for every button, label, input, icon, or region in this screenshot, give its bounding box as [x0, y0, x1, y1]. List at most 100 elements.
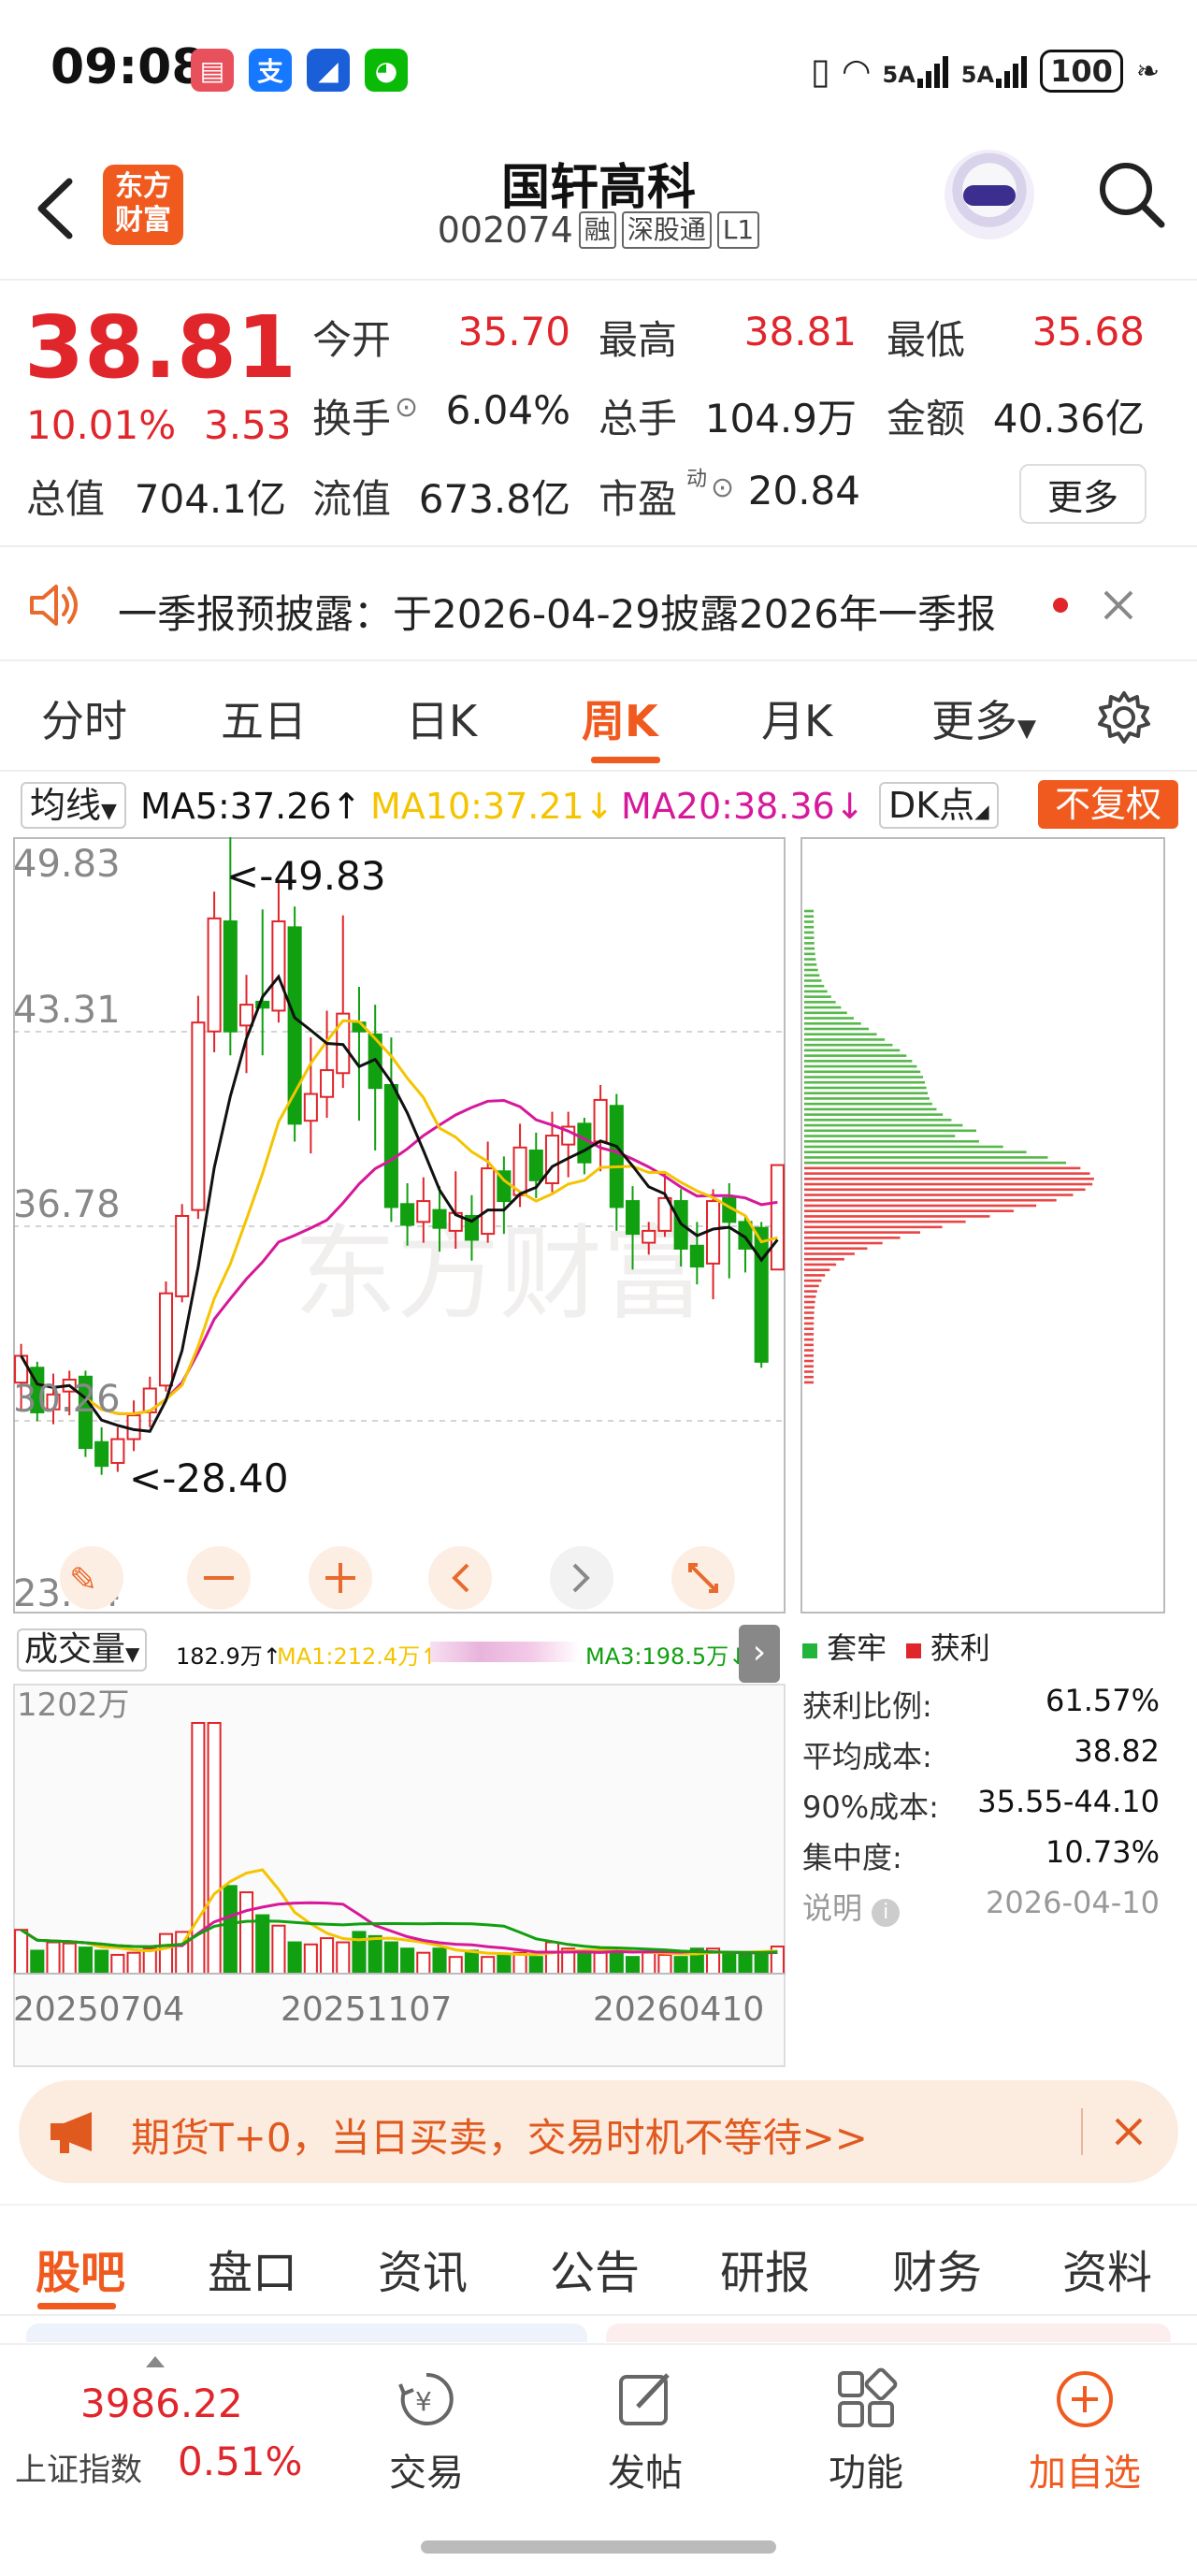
chip-bar — [804, 1268, 830, 1271]
search-icon[interactable] — [1094, 157, 1169, 232]
info-icon[interactable]: ⊙ — [395, 391, 418, 424]
eastmoney-logo[interactable]: 东方 财富 — [103, 165, 183, 245]
chip-bar — [804, 1178, 1094, 1180]
notice-bar[interactable]: 一季报预披露：于2026-04-29披露2026年一季报 — [0, 549, 1197, 661]
stat-high-value: 38.81 — [743, 309, 857, 355]
volume-bar — [158, 1932, 174, 1975]
chip-bar — [804, 1381, 815, 1384]
close-icon[interactable] — [1113, 2116, 1145, 2148]
chip-bar — [804, 1054, 907, 1057]
settings-gear-icon[interactable] — [1096, 689, 1152, 745]
tab-forum[interactable]: 股吧 — [36, 2236, 125, 2301]
dk-point-select[interactable]: DK点◢ — [879, 782, 999, 829]
tab-orderbook[interactable]: 盘口 — [208, 2236, 297, 2301]
volume-bar — [78, 1946, 93, 1975]
chip-bar — [804, 1102, 932, 1106]
tab-more[interactable]: 更多▼ — [931, 687, 1036, 749]
chip-bar — [804, 1370, 815, 1373]
tab-research[interactable]: 研报 — [720, 2236, 810, 2301]
more-stats-button[interactable]: 更多 — [1019, 464, 1147, 524]
chip-note[interactable]: 说明 i — [802, 1885, 901, 1928]
chip-bar — [804, 1241, 883, 1245]
chip-bar — [804, 1049, 901, 1052]
chip-bar — [804, 1349, 815, 1352]
indicator-select[interactable]: 均线▼ — [21, 782, 126, 829]
tab-intraday[interactable]: 分时 — [41, 687, 127, 749]
y-tick-label: 43.31 — [13, 989, 121, 1032]
card-peek — [26, 2323, 587, 2342]
tab-profile[interactable]: 资料 — [1062, 2236, 1152, 2301]
chip-bar — [804, 1145, 1003, 1149]
index-value[interactable]: 3986.22 — [80, 2381, 243, 2426]
adjustment-toggle-button[interactable]: 不复权 — [1038, 780, 1178, 829]
volume-indicator-select[interactable]: 成交量▼ — [17, 1628, 148, 1672]
chip-bar — [804, 920, 815, 923]
notice-text: 一季报预披露：于2026-04-29披露2026年一季报 — [118, 591, 996, 637]
volume-bar — [94, 1949, 109, 1975]
fullscreen-button[interactable] — [671, 1546, 735, 1610]
candlestick-chart[interactable]: 东方财富 49.83 43.31 36.78 30.26 23.74 <-49.… — [13, 837, 786, 1614]
volume-bar — [238, 1891, 254, 1975]
tab-news[interactable]: 资讯 — [378, 2236, 468, 2301]
chart-toolbar-btn-1[interactable]: ✎ — [60, 1546, 123, 1610]
zoom-out-button[interactable] — [187, 1546, 251, 1610]
candle — [191, 995, 206, 1220]
stat-high-label: 最高 — [598, 317, 678, 363]
chip-bar — [804, 931, 815, 934]
chip-label: 90%成本: — [802, 1789, 939, 1825]
zoom-in-button[interactable] — [309, 1546, 372, 1610]
notification-app-icon: ▤ — [191, 49, 234, 92]
stat-open-label: 今开 — [312, 317, 392, 363]
volume-bar — [464, 1949, 479, 1975]
status-time: 09:08 — [50, 39, 206, 95]
stat-turnover-value: 6.04% — [445, 387, 570, 433]
chip-bar — [804, 1290, 817, 1293]
chip-bar — [804, 1322, 815, 1325]
chip-legend: 套牢 获利 — [802, 1625, 990, 1668]
tab-daily-k[interactable]: 日K — [406, 687, 477, 749]
y-tick-label: 36.78 — [13, 1183, 121, 1226]
ma-legend-row: 均线▼ MA5:37.26↑ MA10:37.21↓ MA20:38.36↓ D… — [0, 776, 1197, 832]
volume-bar — [722, 1951, 737, 1975]
chip-bar — [804, 1188, 1086, 1192]
chip-bar — [804, 1333, 815, 1336]
volume-bar — [400, 1947, 415, 1975]
index-name[interactable]: 上证指数 — [15, 2444, 142, 2490]
stat-volume-value: 104.9万 — [704, 396, 857, 441]
post-button[interactable]: 发帖 — [561, 2366, 729, 2496]
volume-legend-row: 成交量▼ 182.9万↑ MA1:212.4万↑ MA3:198.5万↓ › — [0, 1625, 791, 1683]
scroll-left-button[interactable] — [428, 1546, 492, 1610]
close-icon[interactable] — [1100, 586, 1137, 624]
volume-bar — [593, 1951, 608, 1975]
back-arrow-icon[interactable] — [28, 166, 84, 251]
tab-weekly-k[interactable]: 周K — [582, 687, 658, 749]
tab-financials[interactable]: 财务 — [892, 2236, 982, 2301]
scroll-right-button[interactable] — [550, 1546, 613, 1610]
tab-announcements[interactable]: 公告 — [550, 2236, 640, 2301]
stat-low-label: 最低 — [887, 317, 966, 363]
tab-monthly-k[interactable]: 月K — [761, 687, 832, 749]
chip-bar — [804, 947, 815, 950]
chip-bar — [804, 1237, 901, 1239]
volume-ma2-masked — [430, 1642, 580, 1662]
tab-five-day[interactable]: 五日 — [221, 687, 307, 749]
home-indicator[interactable] — [421, 2540, 776, 2554]
chip-bar — [804, 984, 825, 988]
speaker-icon — [30, 585, 78, 626]
add-watchlist-button[interactable]: 加自选 — [1001, 2366, 1169, 2496]
dropdown-arrow-icon: ▼ — [125, 1643, 140, 1665]
volume-bar — [62, 1942, 77, 1975]
volume-bar — [303, 1943, 318, 1975]
futures-ad-banner[interactable]: 期货T+0，当日买卖，交易时机不等待>> — [19, 2080, 1178, 2183]
stat-pe-label: 市盈 — [598, 476, 678, 522]
function-button[interactable]: 功能 — [782, 2366, 950, 2496]
signal-2: 5A — [961, 54, 1028, 88]
chip-bar — [804, 1129, 976, 1133]
index-percent[interactable]: 0.51% — [178, 2439, 302, 2484]
volume-bar — [142, 1947, 157, 1975]
add-watch-icon — [1057, 2371, 1113, 2427]
expand-right-button[interactable]: › — [739, 1625, 780, 1683]
stat-float-label: 流值 — [312, 476, 392, 522]
trade-button[interactable]: ¥ 交易 — [342, 2366, 511, 2496]
trapped-swatch — [802, 1643, 817, 1658]
